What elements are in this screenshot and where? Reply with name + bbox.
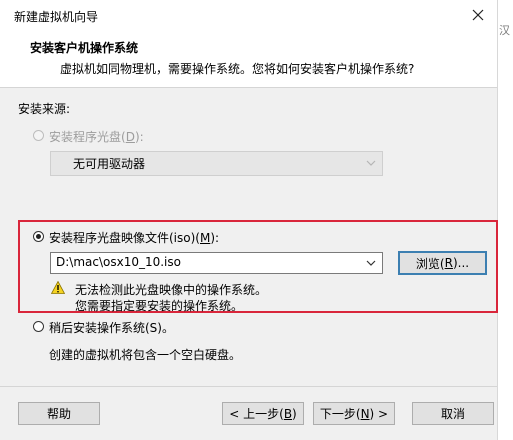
browse-label-pre: 浏览( — [415, 256, 445, 271]
warning-text-line1: 无法检测此光盘映像中的操作系统。 — [75, 283, 268, 297]
back-accelerator: B — [283, 406, 293, 421]
browse-button[interactable]: 浏览(R)... — [398, 251, 487, 275]
footer-divider — [0, 386, 497, 387]
install-later-description: 创建的虚拟机将包含一个空白硬盘。 — [49, 348, 242, 362]
install-later-radio[interactable] — [33, 321, 44, 332]
wizard-header: 安装客户机操作系统 虚拟机如同物理机，需要操作系统。您将如何安装客户机操作系统? — [0, 30, 497, 88]
title-bar: 新建虚拟机向导 — [0, 0, 497, 30]
back-label-post: ) — [292, 406, 297, 421]
help-button[interactable]: 帮助 — [18, 402, 100, 425]
warning-icon — [51, 281, 65, 294]
chevron-down-icon — [366, 260, 376, 266]
next-button[interactable]: 下一步(N) > — [313, 402, 395, 425]
browse-label-post: )... — [452, 256, 470, 270]
page-title: 安装客户机操作系统 — [30, 41, 139, 55]
background-text-fragment: 汉 — [499, 24, 510, 37]
window-title: 新建虚拟机向导 — [14, 10, 99, 24]
cancel-label: 取消 — [440, 407, 465, 421]
disc-option-label: 安装程序光盘(D): — [49, 130, 144, 144]
back-button[interactable]: < 上一步(B) — [222, 402, 304, 425]
iso-path-value: D:\mac\osx10_10.iso — [56, 255, 181, 269]
disc-radio[interactable] — [33, 130, 44, 141]
next-label-pre: 下一步( — [319, 407, 361, 421]
close-icon — [472, 9, 484, 21]
chevron-down-icon — [366, 160, 376, 166]
browse-accelerator: R — [444, 256, 453, 270]
drive-select-value: 无可用驱动器 — [73, 157, 146, 171]
iso-option-label: 安装程序光盘映像文件(iso)(M): — [49, 231, 220, 245]
iso-path-input[interactable]: D:\mac\osx10_10.iso — [50, 252, 383, 274]
new-vm-wizard-window: 新建虚拟机向导 汉 安装客户机操作系统 虚拟机如同物理机，需要操作系统。您将如何… — [0, 0, 513, 440]
next-label-post: ) > — [369, 406, 389, 421]
back-label-pre: < 上一步( — [229, 407, 284, 421]
warning-text-line2: 您需要指定要安装的操作系统。 — [75, 299, 244, 313]
next-accelerator: N — [360, 406, 370, 421]
install-source-label: 安装来源: — [18, 102, 71, 116]
page-subtitle: 虚拟机如同物理机，需要操作系统。您将如何安装客户机操作系统? — [60, 62, 415, 76]
install-later-label: 稍后安装操作系统(S)。 — [49, 321, 174, 335]
drive-select[interactable]: 无可用驱动器 — [50, 151, 383, 176]
help-label: 帮助 — [46, 407, 71, 421]
cancel-button[interactable]: 取消 — [412, 402, 494, 425]
close-button[interactable] — [465, 2, 491, 28]
iso-radio[interactable] — [33, 231, 44, 242]
background-window-edge: 汉 — [497, 0, 513, 440]
